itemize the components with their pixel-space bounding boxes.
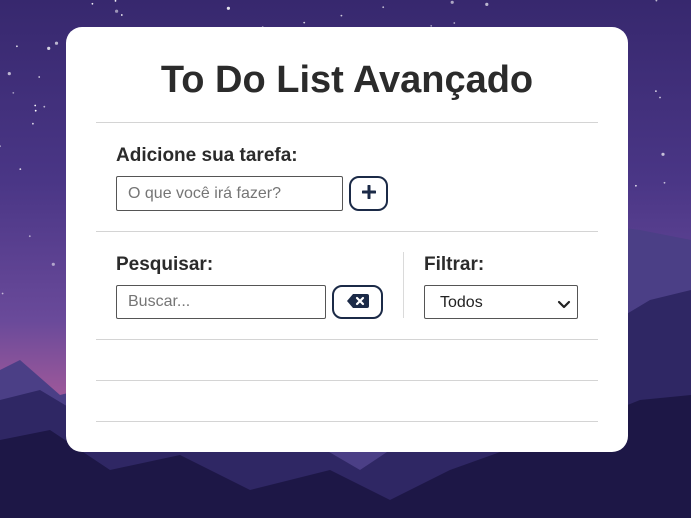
backspace-clear-icon [346, 293, 370, 312]
star [485, 2, 489, 6]
star [1, 292, 4, 295]
star [635, 184, 637, 187]
star [54, 41, 59, 45]
star [340, 14, 343, 17]
star [47, 46, 51, 51]
clear-search-button[interactable] [332, 285, 383, 319]
star [34, 109, 37, 112]
star [91, 2, 94, 5]
star [32, 122, 34, 125]
star [43, 105, 46, 108]
page-title: To Do List Avançado [160, 59, 534, 101]
todo-card: To Do List Avançado Adicione sua tarefa:… [66, 27, 628, 452]
star [51, 262, 55, 266]
divider [96, 231, 598, 232]
star [655, 90, 657, 92]
star [12, 92, 15, 94]
star [38, 76, 41, 78]
star [663, 181, 666, 184]
plus-icon [361, 184, 376, 202]
star [114, 0, 117, 2]
add-task-button[interactable] [349, 176, 388, 211]
star [453, 22, 456, 24]
filter-selected-value: Todos [440, 294, 483, 311]
divider [96, 380, 598, 381]
star [34, 104, 37, 107]
star [226, 6, 230, 10]
search-label: Pesquisar: [116, 254, 214, 275]
star [28, 235, 31, 238]
filter-label: Filtrar: [424, 254, 485, 275]
search-input[interactable] [116, 285, 326, 319]
star [7, 72, 11, 76]
star [115, 9, 119, 13]
star [120, 14, 123, 16]
chevron-down-icon [557, 297, 571, 315]
star [659, 96, 661, 99]
star [303, 21, 306, 24]
section-separator [403, 252, 404, 318]
star [382, 6, 385, 9]
divider [96, 122, 598, 123]
task-input[interactable] [116, 176, 343, 211]
star [16, 45, 18, 48]
star [19, 168, 22, 171]
divider [96, 421, 598, 422]
star [661, 152, 665, 156]
add-task-label: Adicione sua tarefa: [116, 145, 298, 166]
filter-select[interactable]: Todos [424, 285, 578, 319]
star [450, 0, 454, 4]
